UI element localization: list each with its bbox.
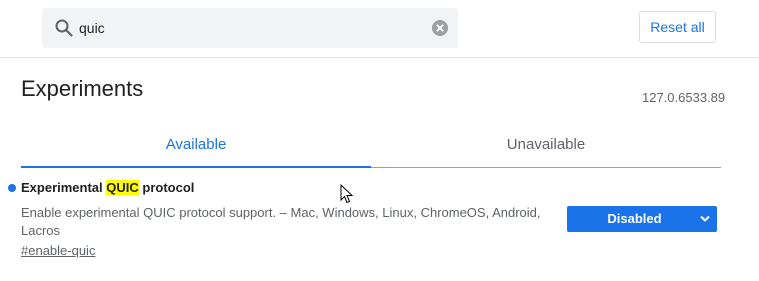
reset-all-button[interactable]: Reset all [639, 11, 716, 43]
tab-unavailable[interactable]: Unavailable [371, 124, 721, 167]
mouse-cursor-icon [340, 184, 354, 204]
chevron-down-icon [700, 215, 710, 222]
experiment-title: Experimental QUIC protocol [21, 180, 194, 195]
modified-indicator-dot [8, 184, 16, 192]
experiment-state-value: Disabled [607, 211, 662, 226]
clear-icon[interactable] [431, 19, 449, 37]
experiment-title-suffix: protocol [138, 180, 195, 195]
tab-bar: Available Unavailable [21, 124, 721, 168]
version-label: 127.0.6533.89 [642, 90, 726, 105]
experiment-description: Enable experimental QUIC protocol suppor… [21, 205, 541, 238]
search-input[interactable] [79, 8, 419, 48]
top-bar: Reset all [0, 0, 759, 58]
page-title: Experiments [21, 76, 144, 101]
experiment-state-dropdown[interactable]: Disabled [567, 206, 717, 232]
experiment-permalink[interactable]: #enable-quic [21, 243, 95, 258]
experiment-item: Experimental QUIC protocol Enable experi… [0, 176, 759, 266]
search-icon [55, 19, 73, 37]
tab-available[interactable]: Available [21, 124, 371, 168]
search-match-highlight: QUIC [106, 180, 139, 195]
experiment-title-prefix: Experimental [21, 180, 107, 195]
search-box[interactable] [42, 8, 458, 48]
